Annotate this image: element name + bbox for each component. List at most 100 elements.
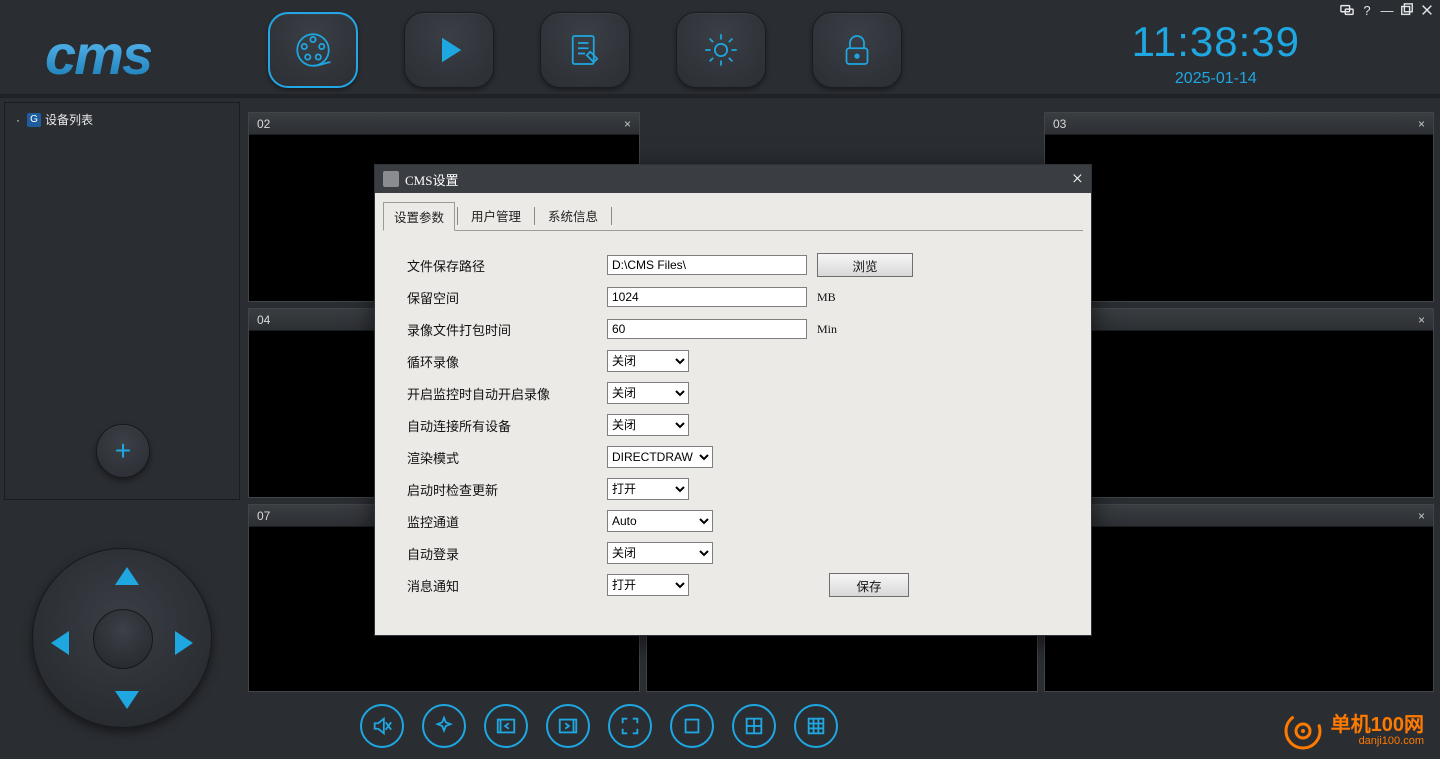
save-button[interactable]: 保存 — [829, 573, 909, 597]
ptz-down-button[interactable] — [115, 691, 139, 709]
unit-min: Min — [817, 322, 837, 337]
form-edit-icon — [564, 29, 606, 71]
play-icon — [428, 29, 470, 71]
layout-9-button[interactable] — [794, 704, 838, 748]
tab-sysinfo[interactable]: 系统信息 — [537, 201, 609, 230]
tab-params[interactable]: 设置参数 — [383, 202, 455, 231]
label-check-update: 启动时检查更新 — [407, 480, 607, 499]
video-cell-label: 02 — [257, 117, 270, 131]
window-restore-button[interactable] — [1398, 2, 1416, 18]
select-render-mode[interactable]: DIRECTDRAW — [607, 446, 713, 468]
select-check-update[interactable]: 打开 — [607, 478, 689, 500]
mute-button[interactable] — [360, 704, 404, 748]
layout-4-button[interactable] — [732, 704, 776, 748]
mute-icon — [371, 715, 393, 737]
label-save-path: 文件保存路径 — [407, 256, 607, 275]
dialog-close-button[interactable]: × — [1072, 169, 1083, 189]
dialog-titlebar[interactable]: CMS设置 × — [375, 165, 1091, 193]
ptz-up-button[interactable] — [115, 567, 139, 585]
layout-4-icon — [743, 715, 765, 737]
window-controls: ? — — [1338, 2, 1436, 18]
add-device-button[interactable]: + — [96, 424, 150, 478]
unit-mb: MB — [817, 290, 836, 305]
video-cell-close-button[interactable]: × — [624, 117, 631, 131]
watermark-subtitle: danji100.com — [1331, 735, 1424, 747]
window-help-button[interactable]: ? — [1358, 2, 1376, 18]
tab-users[interactable]: 用户管理 — [460, 201, 532, 230]
nav-reel-button[interactable] — [268, 12, 358, 88]
select-loop-record[interactable]: 关闭 — [607, 350, 689, 372]
dock-right-icon — [557, 715, 579, 737]
ptz-left-button[interactable] — [51, 631, 69, 655]
input-pack-time[interactable] — [607, 319, 807, 339]
fullscreen-icon — [619, 715, 641, 737]
dialog-tabstrip: 设置参数 用户管理 系统信息 — [375, 193, 1091, 230]
dock-right-button[interactable] — [546, 704, 590, 748]
nav-play-button[interactable] — [404, 12, 494, 88]
label-pack-time: 录像文件打包时间 — [407, 320, 607, 339]
ptz-right-button[interactable] — [175, 631, 193, 655]
select-auto-login[interactable]: 关闭 — [607, 542, 713, 564]
label-monitor-channel: 监控通道 — [407, 512, 607, 531]
video-cell-09[interactable]: 09× — [1044, 504, 1434, 692]
video-cell-label: 04 — [257, 313, 270, 327]
nav-form-button[interactable] — [540, 12, 630, 88]
bottom-toolbar — [360, 704, 838, 748]
dialog-app-icon — [383, 171, 399, 187]
label-reserve-space: 保留空间 — [407, 288, 607, 307]
device-tree-root-label: 设备列表 — [45, 111, 93, 128]
label-render-mode: 渲染模式 — [407, 448, 607, 467]
layout-1-button[interactable] — [670, 704, 714, 748]
window-network-icon[interactable] — [1338, 2, 1356, 18]
clock-time: 11:38:39 — [1132, 18, 1300, 66]
browse-button[interactable]: 浏览 — [817, 253, 913, 277]
video-cell-03[interactable]: 03 × — [1044, 112, 1434, 302]
label-auto-record: 开启监控时自动开启录像 — [407, 384, 607, 403]
dialog-body: 文件保存路径 浏览 保留空间 MB 录像文件打包时间 Min 循环录像 关闭 开… — [383, 230, 1083, 640]
watermark-logo-icon — [1283, 711, 1323, 751]
video-cell-label: 07 — [257, 509, 270, 523]
layout-1-icon — [681, 715, 703, 737]
video-cell-06[interactable]: 06× — [1044, 308, 1434, 498]
video-cell-close-button[interactable]: × — [1418, 509, 1425, 523]
window-close-button[interactable] — [1418, 2, 1436, 18]
gear-icon — [700, 29, 742, 71]
dock-left-button[interactable] — [484, 704, 528, 748]
input-save-path[interactable] — [607, 255, 807, 275]
top-bar: cms 11:38:39 2025-01-14 ? — — [0, 0, 1440, 98]
fullscreen-button[interactable] — [608, 704, 652, 748]
nav-lock-button[interactable] — [812, 12, 902, 88]
device-tree-root[interactable]: · G 设备列表 — [13, 111, 93, 128]
ptz-center-button[interactable] — [93, 609, 153, 669]
video-cell-label: 03 — [1053, 117, 1066, 131]
label-loop-record: 循环录像 — [407, 352, 607, 371]
device-group-icon: G — [27, 113, 41, 127]
top-button-row — [268, 12, 902, 92]
nav-settings-button[interactable] — [676, 12, 766, 88]
video-cell-close-button[interactable]: × — [1418, 117, 1425, 131]
video-cell-close-button[interactable]: × — [1418, 313, 1425, 327]
settings-dialog: CMS设置 × 设置参数 用户管理 系统信息 文件保存路径 浏览 保留空间 MB… — [374, 164, 1092, 636]
input-reserve-space[interactable] — [607, 287, 807, 307]
label-message-notify: 消息通知 — [407, 576, 607, 595]
select-monitor-channel[interactable]: Auto — [607, 510, 713, 532]
label-auto-login: 自动登录 — [407, 544, 607, 563]
clock-date: 2025-01-14 — [1132, 70, 1300, 88]
select-message-notify[interactable]: 打开 — [607, 574, 689, 596]
enhance-button[interactable] — [422, 704, 466, 748]
select-auto-connect[interactable]: 关闭 — [607, 414, 689, 436]
select-auto-record[interactable]: 关闭 — [607, 382, 689, 404]
window-minimize-button[interactable]: — — [1378, 2, 1396, 18]
clock-area: 11:38:39 2025-01-14 — [1132, 18, 1300, 88]
dock-left-icon — [495, 715, 517, 737]
label-auto-connect: 自动连接所有设备 — [407, 416, 607, 435]
enhance-icon — [433, 715, 455, 737]
watermark-title: 单机100网 — [1331, 715, 1424, 735]
ptz-dpad — [22, 538, 222, 738]
tree-expand-icon: · — [13, 113, 23, 127]
lock-icon — [836, 29, 878, 71]
watermark: 单机100网 danji100.com — [1283, 711, 1424, 751]
reel-icon — [292, 29, 334, 71]
layout-9-icon — [805, 715, 827, 737]
dialog-title-label: CMS设置 — [405, 170, 458, 189]
